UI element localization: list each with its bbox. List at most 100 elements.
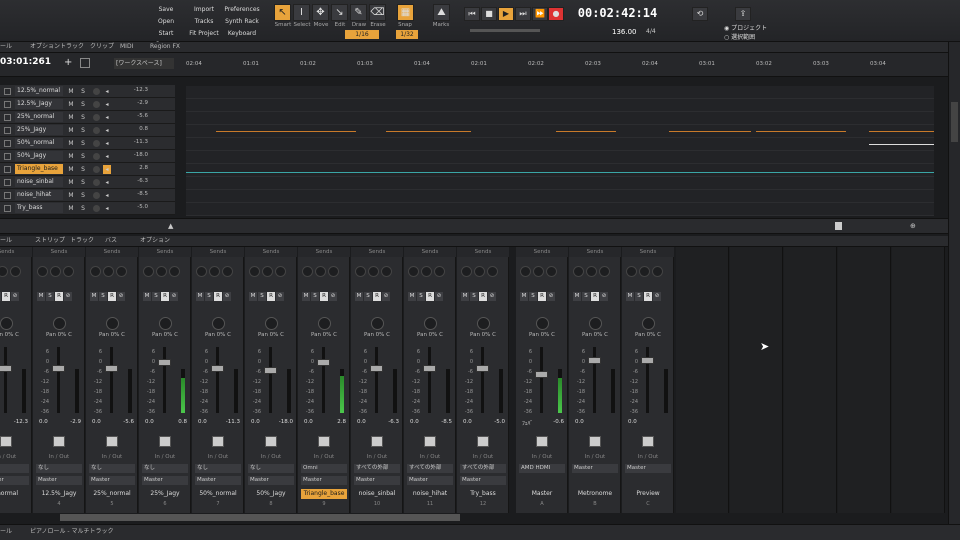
send-knob[interactable] xyxy=(50,266,61,277)
select-tool-button[interactable]: I xyxy=(293,4,310,21)
phase-button[interactable]: ⊘ xyxy=(653,292,661,301)
track-lane[interactable] xyxy=(186,190,934,203)
mute-button[interactable]: M xyxy=(408,292,416,301)
input-dropdown[interactable]: なし xyxy=(0,464,29,473)
record-button[interactable]: R xyxy=(479,292,487,301)
track-folder-icon[interactable] xyxy=(4,140,11,147)
send-knob[interactable] xyxy=(573,266,584,277)
solo-button[interactable]: S xyxy=(205,292,213,301)
record-button[interactable]: R xyxy=(426,292,434,301)
send-knob[interactable] xyxy=(586,266,597,277)
midi-clip[interactable] xyxy=(869,144,934,145)
fader-track[interactable] xyxy=(163,347,166,413)
workspace-dropdown[interactable]: [ワークスペース] xyxy=(114,58,174,69)
pan-knob[interactable] xyxy=(371,317,384,330)
input-echo-icon[interactable]: ◂ xyxy=(103,87,111,96)
right-browser-panel[interactable] xyxy=(948,42,960,524)
send-knob[interactable] xyxy=(355,266,366,277)
track-lane[interactable] xyxy=(186,203,934,216)
solo-button[interactable]: S xyxy=(470,292,478,301)
track-folder-icon[interactable] xyxy=(4,114,11,121)
send-knob[interactable] xyxy=(63,266,74,277)
strip-name[interactable]: Preview xyxy=(625,489,671,499)
track-row[interactable]: 25%_Jagy M S ◂ 0.8 xyxy=(0,124,175,137)
send-knobs[interactable] xyxy=(37,266,81,278)
record-arm-button[interactable] xyxy=(93,179,100,186)
mute-button[interactable]: M xyxy=(302,292,310,301)
output-dropdown[interactable]: Master xyxy=(301,476,347,485)
solo-button[interactable]: S xyxy=(79,152,87,161)
volume-fader[interactable] xyxy=(588,357,601,364)
volume-fader[interactable] xyxy=(211,365,224,372)
send-knob[interactable] xyxy=(156,266,167,277)
phase-button[interactable]: ⊘ xyxy=(117,292,125,301)
solo-button[interactable]: S xyxy=(79,204,87,213)
solo-button[interactable]: S xyxy=(99,292,107,301)
solo-button[interactable]: S xyxy=(417,292,425,301)
send-knob[interactable] xyxy=(381,266,392,277)
move-tool-button[interactable]: ✥ xyxy=(312,4,329,21)
output-dropdown[interactable]: Master xyxy=(89,476,135,485)
send-knobs[interactable] xyxy=(626,266,670,278)
send-knob[interactable] xyxy=(37,266,48,277)
send-knobs[interactable] xyxy=(520,266,564,278)
control-button-open[interactable]: Open xyxy=(148,16,184,27)
solo-button[interactable]: S xyxy=(635,292,643,301)
input-echo-icon[interactable]: ◂ xyxy=(103,152,111,161)
pan-knob[interactable] xyxy=(318,317,331,330)
io-toggle-icon[interactable] xyxy=(0,436,12,447)
send-knob[interactable] xyxy=(474,266,485,277)
strip-name[interactable]: 50%_Jagy xyxy=(248,489,294,499)
send-knobs[interactable] xyxy=(0,266,28,278)
phase-button[interactable]: ⊘ xyxy=(170,292,178,301)
volume-fader[interactable] xyxy=(370,365,383,372)
phase-button[interactable]: ⊘ xyxy=(435,292,443,301)
position-slider[interactable] xyxy=(470,29,540,32)
send-knobs[interactable] xyxy=(143,266,187,278)
strip-name[interactable]: 25%_normal xyxy=(89,489,135,499)
send-knob[interactable] xyxy=(546,266,557,277)
io-toggle-icon[interactable] xyxy=(159,436,171,447)
track-name[interactable]: 50%_normal xyxy=(15,138,63,148)
bottom-tab[interactable]: ール xyxy=(0,525,12,539)
track-lane[interactable] xyxy=(186,177,934,190)
send-knob[interactable] xyxy=(639,266,650,277)
pan-knob[interactable] xyxy=(589,317,602,330)
control-button-synth-rack[interactable]: Synth Rack xyxy=(224,16,260,27)
record-button[interactable]: R xyxy=(591,292,599,301)
strip-name[interactable]: noise_sinbal xyxy=(354,489,400,499)
midi-clip[interactable] xyxy=(386,131,471,132)
send-knob[interactable] xyxy=(262,266,273,277)
track-folder-icon[interactable] xyxy=(4,179,11,186)
pan-knob[interactable] xyxy=(424,317,437,330)
io-toggle-icon[interactable] xyxy=(106,436,118,447)
send-knob[interactable] xyxy=(315,266,326,277)
mute-button[interactable]: M xyxy=(37,292,45,301)
phase-button[interactable]: ⊘ xyxy=(11,292,19,301)
input-echo-icon[interactable]: ◂ xyxy=(103,139,111,148)
track-folder-icon[interactable] xyxy=(4,127,11,134)
control-button-tracks[interactable]: Tracks xyxy=(186,16,222,27)
io-toggle-icon[interactable] xyxy=(53,436,65,447)
volume-fader[interactable] xyxy=(641,357,654,364)
control-button-start-screen[interactable]: Start Screen xyxy=(148,28,184,48)
mute-button[interactable]: M xyxy=(67,178,75,187)
pan-knob[interactable] xyxy=(212,317,225,330)
stop-icon[interactable]: ■ xyxy=(481,7,497,21)
mixer-menu-item[interactable]: ール xyxy=(0,236,12,246)
send-knob[interactable] xyxy=(143,266,154,277)
io-toggle-icon[interactable] xyxy=(212,436,224,447)
input-echo-icon[interactable]: ◂ xyxy=(103,191,111,200)
fader-track[interactable] xyxy=(269,347,272,413)
mute-button[interactable]: M xyxy=(67,165,75,174)
mute-button[interactable]: M xyxy=(67,100,75,109)
strip-name[interactable]: noise_hihat xyxy=(407,489,453,499)
volume-fader[interactable] xyxy=(264,367,277,374)
midi-clip[interactable] xyxy=(556,131,616,132)
record-button[interactable]: R xyxy=(267,292,275,301)
track-name[interactable]: 12.5%_Jagy xyxy=(15,99,63,109)
snap-button[interactable]: ▦ xyxy=(397,4,414,21)
input-dropdown[interactable]: なし xyxy=(142,464,188,473)
send-knobs[interactable] xyxy=(461,266,505,278)
track-row[interactable]: 50%_Jagy M S ◂ -18.0 xyxy=(0,150,175,163)
